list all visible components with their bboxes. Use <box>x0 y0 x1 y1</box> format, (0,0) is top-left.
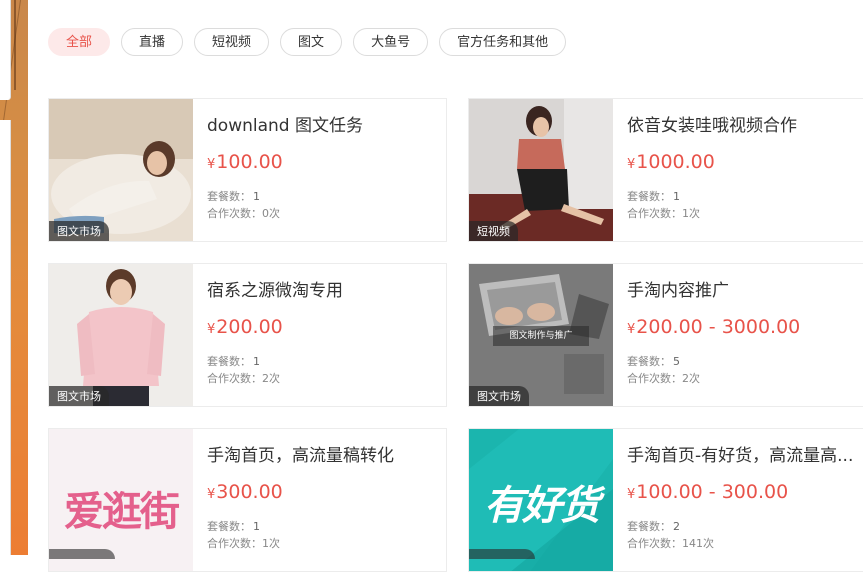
card-price: ¥200.00 - 3000.00 <box>627 316 801 338</box>
card-title[interactable]: 依音女装哇哦视频合作 <box>627 111 863 136</box>
card-title[interactable]: 手淘内容推广 <box>627 276 863 301</box>
task-card[interactable]: 短视频 依音女装哇哦视频合作 ¥1000.00 套餐数： 1 合作次数：1次 <box>468 98 863 242</box>
card-title[interactable]: 手淘首页-有好货，高流量高... <box>627 441 863 466</box>
thumbnail-category-tag <box>49 549 115 559</box>
card-thumbnail[interactable]: 短视频 <box>469 99 613 241</box>
card-packages: 套餐数： 1 <box>207 190 260 203</box>
task-card[interactable]: 图文制作与推广 图文市场 手淘内容推广 ¥200.00 - 3000.00 套餐… <box>468 263 863 407</box>
task-card[interactable]: 图文市场 宿系之源微淘专用 ¥200.00 套餐数： 1 合作次数：2次 <box>48 263 447 407</box>
left-background-strip <box>0 0 28 555</box>
card-cooperation-times: 合作次数：2次 <box>627 372 700 385</box>
card-price: ¥300.00 <box>207 481 283 503</box>
thumbnail-category-tag: 图文市场 <box>49 221 109 241</box>
filter-dayu[interactable]: 大鱼号 <box>353 28 429 56</box>
card-packages: 套餐数： 2 <box>627 520 680 533</box>
brand-logo-text: 有好货 <box>484 483 600 529</box>
filter-live[interactable]: 直播 <box>121 28 184 56</box>
card-cooperation-times: 合作次数：2次 <box>207 372 280 385</box>
card-title[interactable]: downland 图文任务 <box>207 111 446 136</box>
thumbnail-category-tag: 图文市场 <box>469 386 529 406</box>
card-packages: 套餐数： 1 <box>207 520 260 533</box>
task-card[interactable]: 爱逛街 手淘首页，高流量稿转化 ¥300.00 套餐数： 1 合作次数：1次 <box>48 428 447 572</box>
filter-official-other[interactable]: 官方任务和其他 <box>439 28 567 56</box>
thumbnail-overlay-caption: 图文制作与推广 <box>493 326 589 346</box>
task-card[interactable]: 有好货 手淘首页-有好货，高流量高... ¥100.00 - 300.00 套餐… <box>468 428 863 572</box>
card-thumbnail[interactable]: 有好货 <box>469 429 613 571</box>
card-cooperation-times: 合作次数：0次 <box>207 207 280 220</box>
card-cooperation-times: 合作次数：141次 <box>627 537 714 550</box>
filter-short-video[interactable]: 短视频 <box>194 28 270 56</box>
card-title[interactable]: 宿系之源微淘专用 <box>207 276 446 301</box>
card-price: ¥100.00 - 300.00 <box>627 481 789 503</box>
thumbnail-category-tag: 短视频 <box>469 221 518 241</box>
task-card[interactable]: 图文市场 downland 图文任务 ¥100.00 套餐数： 1 合作次数：0次 <box>48 98 447 242</box>
card-price: ¥1000.00 <box>627 151 715 173</box>
card-cooperation-times: 合作次数：1次 <box>207 537 280 550</box>
filter-all[interactable]: 全部 <box>48 28 111 56</box>
category-filter-bar: 全部 直播 短视频 图文 大鱼号 官方任务和其他 <box>48 28 577 56</box>
card-packages: 套餐数： 1 <box>207 355 260 368</box>
sidebar-panel-edge <box>0 120 11 555</box>
thumbnail-category-tag: 图文市场 <box>49 386 109 406</box>
card-packages: 套餐数： 5 <box>627 355 680 368</box>
card-thumbnail[interactable]: 图文市场 <box>49 99 193 241</box>
thumbnail-category-tag <box>469 549 535 559</box>
card-thumbnail[interactable]: 爱逛街 <box>49 429 193 571</box>
card-cooperation-times: 合作次数：1次 <box>627 207 700 220</box>
card-thumbnail[interactable]: 图文制作与推广 图文市场 <box>469 264 613 406</box>
sidebar-panel-edge <box>0 0 11 100</box>
brand-logo-text: 爱逛街 <box>64 489 180 535</box>
card-price: ¥100.00 <box>207 151 283 173</box>
card-price: ¥200.00 <box>207 316 283 338</box>
card-thumbnail[interactable]: 图文市场 <box>49 264 193 406</box>
card-packages: 套餐数： 1 <box>627 190 680 203</box>
filter-image-text[interactable]: 图文 <box>280 28 343 56</box>
card-title[interactable]: 手淘首页，高流量稿转化 <box>207 441 446 466</box>
